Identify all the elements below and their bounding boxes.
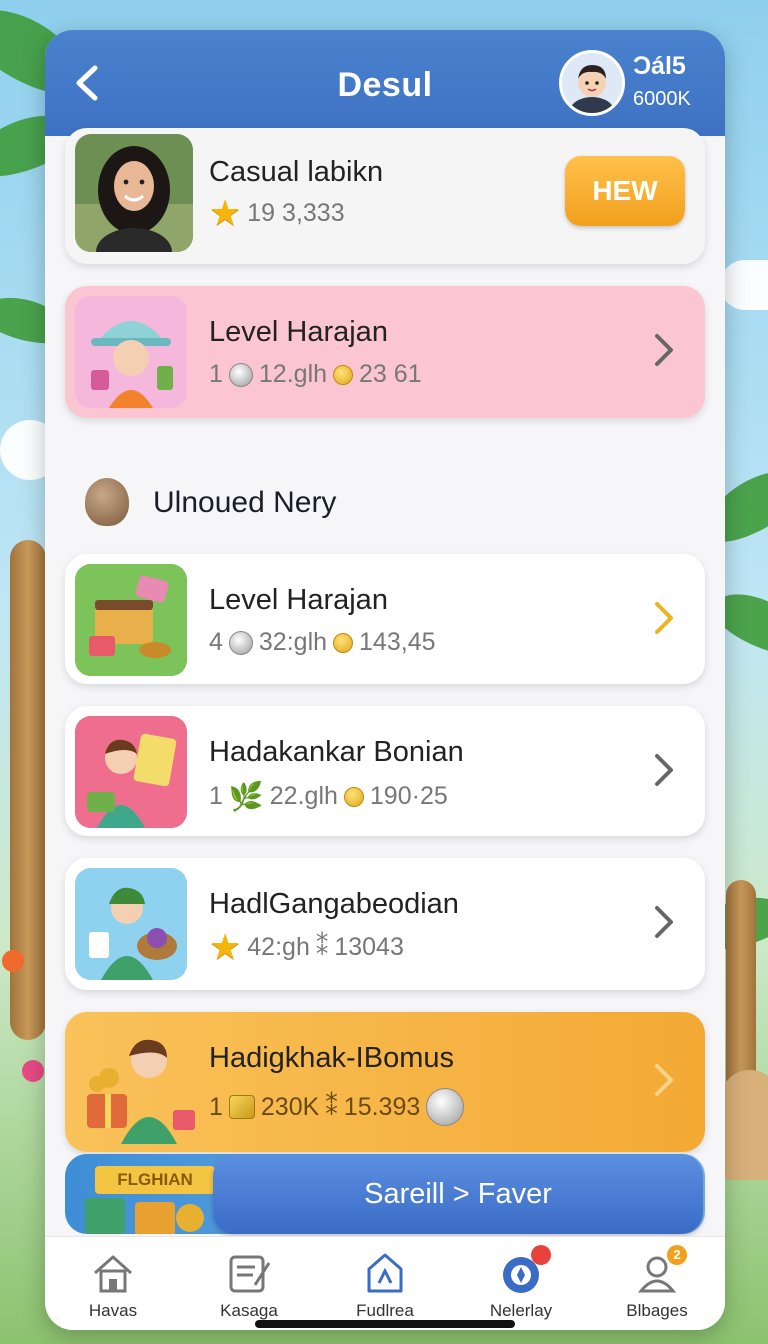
card-title: HadlGangabeodian bbox=[209, 888, 459, 920]
card-title: Casual labikn bbox=[209, 156, 384, 188]
tab-label: Blbages bbox=[626, 1301, 688, 1320]
star-icon: ★ bbox=[209, 192, 242, 233]
stat-b: 12.glh bbox=[258, 360, 328, 388]
home-indicator bbox=[255, 1320, 515, 1328]
gold-coin-icon bbox=[333, 364, 354, 385]
app-window: Desul Ɔál5 6000K Casual labikn ★ 19 3,33… bbox=[45, 30, 725, 1330]
woman-portrait-icon bbox=[75, 134, 193, 252]
thumbnail bbox=[75, 564, 187, 676]
boy-gifts-icon bbox=[87, 1039, 195, 1144]
card-title: Level Harajan bbox=[209, 584, 388, 616]
girl-hat-icon bbox=[75, 296, 187, 408]
star-icon: ★ bbox=[209, 926, 242, 967]
tab-label: Nelerlay bbox=[489, 1301, 553, 1320]
thumbnail-photo bbox=[75, 134, 193, 252]
note-icon bbox=[225, 1249, 273, 1297]
card-stats: 4 32:glh 143,45 bbox=[209, 628, 436, 657]
profile-name: Ɔál5 bbox=[633, 52, 686, 80]
grey-coin-icon bbox=[228, 362, 253, 387]
chevron-right-icon bbox=[651, 330, 677, 370]
list-item-hadlgangabeodian[interactable]: HadlGangabeodian ★ 42:gh ⁑ 13043 bbox=[65, 858, 705, 990]
thumbnail bbox=[75, 716, 187, 828]
list-item-hadakankar[interactable]: Hadakankar Bonian 1 🌿 22.glh 190·25 bbox=[65, 706, 705, 836]
stat-value: 19 3,333 bbox=[247, 198, 345, 227]
home-icon bbox=[89, 1249, 137, 1297]
list-item-bonus[interactable]: Hadigkhak-IBomus 1 230K ⁑ 15.393 bbox=[65, 1012, 705, 1152]
list-item-level-2[interactable]: Level Harajan 4 32:glh 143,45 bbox=[65, 554, 705, 684]
profile-coins: 6000K bbox=[633, 88, 691, 110]
card-title: Hadigkhak-IBomus bbox=[209, 1042, 454, 1074]
thumbnail bbox=[75, 296, 187, 408]
chevron-right-icon bbox=[651, 598, 677, 638]
card-stats: ★ 42:gh ⁑ 13043 bbox=[209, 926, 404, 967]
stat-a: 1 bbox=[209, 360, 223, 388]
list-item-level-1[interactable]: Level Harajan 1 12.glh 23 61 bbox=[65, 286, 705, 418]
new-button[interactable]: HEW bbox=[565, 156, 685, 226]
tab-kasaga[interactable]: Kasaga bbox=[181, 1243, 317, 1323]
gold-coin-icon bbox=[333, 632, 354, 653]
shop-icon bbox=[361, 1249, 409, 1297]
stat-separator: ⁑ bbox=[325, 1093, 338, 1121]
section-title: Ulnoued Nery bbox=[153, 486, 337, 519]
thumbnail bbox=[75, 868, 187, 980]
gold-cube-icon bbox=[228, 1095, 255, 1119]
profile-icon: 2 bbox=[633, 1245, 687, 1297]
cloud bbox=[720, 260, 768, 310]
stat-c: 143,45 bbox=[359, 628, 436, 656]
stat-a: 4 bbox=[209, 628, 223, 656]
compass-icon bbox=[497, 1245, 551, 1297]
tab-blbages[interactable]: 2 Blbages bbox=[589, 1243, 725, 1323]
thumbnail bbox=[75, 1020, 199, 1144]
stat-b: 32:glh bbox=[258, 628, 328, 656]
boy-menu-icon bbox=[75, 716, 187, 828]
tab-label: Fudlrea bbox=[356, 1301, 414, 1320]
card-stats: ★ 19 3,333 bbox=[209, 192, 345, 233]
boy-basket-icon bbox=[75, 868, 187, 980]
card-title: Hadakankar Bonian bbox=[209, 736, 464, 768]
flower bbox=[2, 950, 24, 972]
stat-b: 42:gh bbox=[247, 932, 310, 961]
tab-badge: 2 bbox=[667, 1245, 687, 1265]
chevron-right-icon bbox=[651, 902, 677, 942]
gift-box-icon bbox=[75, 564, 187, 676]
grey-coin-icon bbox=[228, 630, 253, 655]
tab-label: Havas bbox=[88, 1301, 138, 1320]
avatar[interactable] bbox=[559, 50, 625, 116]
tab-havas[interactable]: Havas bbox=[45, 1243, 181, 1323]
stat-c: 23 61 bbox=[359, 360, 422, 388]
stat-separator: ⁑ bbox=[315, 933, 329, 961]
stat-c: 15.393 bbox=[343, 1092, 421, 1121]
chevron-right-icon bbox=[651, 750, 677, 790]
card-title: Level Harajan bbox=[209, 316, 388, 348]
app-header: Desul Ɔál5 6000K bbox=[45, 30, 725, 136]
leaf-icon: 🌿 bbox=[228, 781, 264, 812]
card-stats: 1 230K ⁑ 15.393 bbox=[209, 1088, 465, 1126]
content-list: Casual labikn ★ 19 3,333 HEW Level Haraj… bbox=[45, 128, 725, 1236]
notification-dot bbox=[531, 1245, 551, 1265]
flower bbox=[22, 1060, 44, 1082]
coconut-icon bbox=[85, 478, 129, 526]
stat-b: 230K bbox=[260, 1092, 320, 1121]
stat-a: 1 bbox=[209, 782, 223, 810]
card-stats: 1 🌿 22.glh 190·25 bbox=[209, 780, 448, 813]
tab-fudlrea[interactable]: Fudlrea bbox=[317, 1243, 453, 1323]
stat-b: 22.glh bbox=[269, 782, 338, 810]
chevron-right-icon bbox=[651, 1060, 677, 1100]
stat-a: 1 bbox=[209, 1092, 223, 1121]
hut bbox=[720, 1070, 768, 1180]
gift-pile-icon bbox=[85, 1198, 204, 1234]
tab-label: Kasaga bbox=[220, 1301, 278, 1320]
grey-coin-icon bbox=[426, 1088, 465, 1126]
stat-c: 190·25 bbox=[369, 782, 448, 810]
faver-button[interactable]: Sareill > Faver bbox=[213, 1154, 703, 1234]
tab-nelerlay[interactable]: Nelerlay bbox=[453, 1243, 589, 1323]
card-stats: 1 12.glh 23 61 bbox=[209, 360, 422, 389]
avatar-boy-icon bbox=[562, 53, 622, 113]
list-item-casual[interactable]: Casual labikn ★ 19 3,333 HEW bbox=[65, 128, 705, 264]
tab-bar: Havas Kasaga Fudlrea Nelerlay 2 Blbages bbox=[45, 1236, 725, 1330]
stat-c: 13043 bbox=[334, 932, 404, 961]
gold-coin-icon bbox=[343, 786, 364, 807]
